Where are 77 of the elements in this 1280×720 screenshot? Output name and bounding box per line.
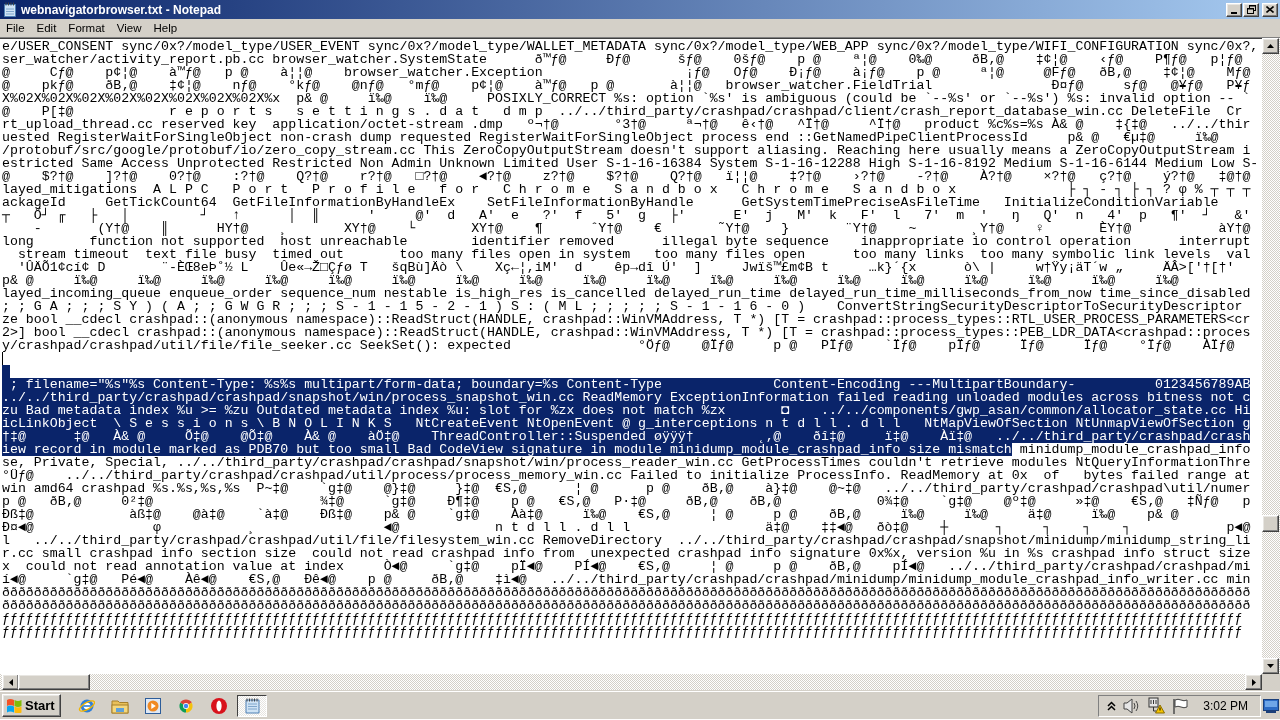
close-button[interactable] xyxy=(1262,2,1278,17)
circle-logo-icon xyxy=(176,696,195,715)
minimize-button[interactable] xyxy=(1226,2,1242,17)
scroll-down-button[interactable] xyxy=(1262,658,1279,674)
text-line: p @ ðB‚@ 0²‡@ ¾‡@ `g‡@ Ð¶‡@ p @ €S‚@ P·‡@ ðB‚@ ðB‚@ 0¾‡@ `g‡@ @º‡@ »‡@ €S‚@ ‡Ñƒ@ p xyxy=(2,495,1251,508)
start-button[interactable]: Start xyxy=(2,694,61,717)
text-line: win amd64 crashpad %s.%s,%s,%s P~‡@ `g‡@ @}‡@ }‡@ €S‚@ ¦ @ p @ ðB‚@ à}‡@ @~‡@ ../../third_party/crashpad/crashpad\util/numer xyxy=(2,482,1251,495)
text-line: ƒƒƒƒƒƒƒƒƒƒƒƒƒƒƒƒƒƒƒƒƒƒƒƒƒƒƒƒƒƒƒƒƒƒƒƒƒƒƒƒƒƒƒƒƒƒƒƒƒƒƒƒƒƒƒƒƒƒƒƒƒƒƒƒƒƒƒƒƒƒƒƒƒƒƒƒƒƒƒƒƒƒƒƒƒƒƒƒƒƒƒƒƒƒƒƒƒƒƒƒƒƒƒƒƒƒƒƒƒƒƒƒƒƒƒƒƒƒƒƒƒƒƒƒƒƒƒƒƒƒƒƒƒƒƒƒƒƒƒƒƒƒƒƒƒƒƒƒƒƒƒƒƒƒƒƒ xyxy=(2,612,1243,625)
network-warning-icon[interactable] xyxy=(1147,697,1166,714)
ring-icon xyxy=(209,696,228,715)
clock-time[interactable]: 3:02 PM xyxy=(1203,696,1248,715)
text-line: se, Private, Special, ../../third_party/crashpad/crashpad/snapshot/win/process_reader_win.cc GetProcessTimes couldn't retrieve modules NtQueryInformationThre xyxy=(2,456,1251,469)
text-line: @ P[‡@ r e p o r t s s e t t i n g s . d a t d m p ../../third_party/crashpad/crashpad/client/crash_report_database_win.cc DeleteFile Cr xyxy=(2,105,1243,118)
text-line: p& @ ï‰@ ï‰@ ï‰@ ï‰@ ï‰@ ï‰@ ï‰@ ï‰@ ï‰@ ï‰@ ï‰@ ï‰@ ï‰@ ï‰@ ï‰@ ï‰@ ï‰@ ï‰@ xyxy=(2,274,1179,287)
menu-item[interactable]: File xyxy=(0,20,31,36)
flag-icon[interactable] xyxy=(1172,697,1189,714)
text-line: ððððððððððððððððððððððððððððððððððððððððððððððððððððððððððððððððððððððððððððððððððððððððððððððððððððððððððððððððððððððððððððððððððððððððððððððððððððððððððððð xyxy=(2,586,1251,599)
close-icon xyxy=(1266,6,1274,13)
text-line: ┬ Ő┘ ╓ ├ │ ┘ ↑ │ ║ ' @' d A' e ?' f 5' g ├' E' j M' k F' l 7' m ' ŋ Q' n 4' p ¶' ┘ &' xyxy=(2,209,1251,222)
window-title: webnavigatorbrowser.txt - Notepad xyxy=(21,2,222,17)
text-line: x could not read annotation value at index Ò◄@ `g‡@ pÏ◄@ PÍ◄@ €S‚@ ¦ @ p @ ðB‚@ pÍ◄@ ../../third_party/crashpad/crashpad/mi xyxy=(2,560,1251,573)
play-icon xyxy=(143,696,162,715)
menu-item[interactable]: Help xyxy=(147,20,184,36)
scrollbar-thumb[interactable] xyxy=(1262,515,1279,532)
text-line: l ../../third_party/crashpad/crashpad/util/file/filesystem_win.cc RemoveDirectory ../../third_party/crashpad/crashpad/snapshot/minidump/minidump_string_li xyxy=(2,534,1251,547)
text-line: °Üƒ@ ../../third_party/crashpad/crashpad/util/process/process_memory_win.cc Failed to initialize ProcessInfo. ReadMemory at 0x of bytes failed range at xyxy=(2,469,1251,482)
taskbar-button[interactable] xyxy=(236,694,267,717)
vertical-scrollbar[interactable] xyxy=(1262,38,1280,674)
text-line: @ Cƒ@ p¢¦@ à™ƒ@ p @ à¦¦@ browser_watcher.Exception ¡ƒ@ Oƒ@ Ð¡ƒ@ à¡ƒ@ p @ ª¦@ @Fƒ@ ðB‚@ ‡¢¦@ Mƒ@ xyxy=(2,66,1251,79)
scroll-right-button[interactable] xyxy=(1245,674,1262,690)
text-line: ackageId GetTickCount64 GetFileInformationByHandleEx SetFileInformationByHandle GetSystemTimePreciseAsFileTime InitializeConditionVariable xyxy=(2,196,1219,209)
text-line: @ $?†@ ]?†@ 0?†@ :?†@ Q?†@ r?†@ □?†@ ◄?†@ z?†@ $?†@ Q?†@ ï¦¦@ ‡?†@ ›?†@ -?†@ À?†@ ×?†@ ç?†@ ý?†@ ‡@†@ xyxy=(2,170,1251,183)
text-line: y/crashpad/crashpad/util/file/file_seeker.cc SeekSet(): expected °Öƒ@ @Ïƒ@ p @ PÏƒ@ `Ïƒ@ pÏƒ@ Ïƒ@ Ïƒ@ °Ïƒ@ ÀÏƒ@ xyxy=(2,339,1235,352)
text-line: ze bool __cdecl crashpad::(anonymous namespace)::ReadStruct(HANDLE, crashpad::WinVMAddress, T *) [T = crashpad::process_types::RTL_USER_PROCESS_PARAMETERS<cr xyxy=(2,313,1251,326)
scrollbar-thumb[interactable] xyxy=(18,674,90,690)
text-line: stream timeout text file busy timed out too many files open in system too many files open too many links too many symbolic link levels val xyxy=(17,248,1251,261)
arrow-up-icon xyxy=(1267,44,1274,48)
text-line: @ pkƒ@ ðB‚@ ‡¢¦@ nƒ@ °kƒ@ @nƒ@ °mƒ@ p¢¦@ à™ƒ@ p @ à¦¦@ browser_watcher.FieldTrial Ð¤ƒ@ sƒ@ @¥ƒ@ P¥ƒ xyxy=(2,79,1251,92)
text-line: Ð¤◄@ φ ¸ ◄@ n t d l l . d l l ä‡@ ‡‡◄@ ðò‡@ ┼ ┐ ┐ ┐ ┐ p◄@ xyxy=(2,521,1251,534)
restore-icon xyxy=(1246,5,1256,14)
arrow-left-icon xyxy=(8,678,13,686)
text-line: layed_mitigations A L P C P o r t P r o f i l e f o r C h r o m e S a n d b o x C h r o m e S a n d b o x ├ ┐ - ┐ ├ ┐ ? φ % ┬ ┬ ┬ xyxy=(2,183,1251,196)
text-line: 2>] bool __cdecl crashpad::(anonymous namespace)::ReadStruct(HANDLE, crashpad::WinVMAddress, T *) [T = crashpad::process_types::PEB_LDR_DATA<crashpad::proces xyxy=(2,326,1251,339)
text-line: long function not supported host unreachable identifier removed illegal byte sequence inappropriate io control operation interrupt xyxy=(2,235,1251,248)
selected-text: iew record in module marked as PDB70 but too small Bad CodeView signature in module minidump_module_crashpad_info size mismatch xyxy=(2,443,1012,456)
text-line: /protobuf/src/google/protobuf/io/zero_copy_stream.cc This ZeroCopyOutputStream doesn't support aliasing. Reaching here usually means a ZeroCopyOutputStream i xyxy=(2,144,1251,157)
speaker-icon[interactable] xyxy=(1123,697,1141,714)
arrow-right-icon xyxy=(1251,678,1256,686)
text-line: uested RegisterWaitForSingleObject non-crash dump requested RegisterWaitForSingleObject process end ::GetNamedPipeClientProcessId p& @ €µ‡@ ï‰@ xyxy=(2,131,1219,144)
text-line: Ðß‡@ àß‡@ @à‡@ `à‡@ Ðß‡@ p& @ `g‡@ Àà‡@ ï‰@ €S‚@ ¦ @ p @ ðB‚@ ï‰@ ï‰@ ä‡@ ï‰@ p& @ xyxy=(2,508,1179,521)
text-line: estricted Same Access Unprotected Restricted Non Admin Unknown Limited User S-1-16-16384 System S-1-16-12288 High S-1-16-8192 Medium S-1-16-6144 Medium Low S- xyxy=(2,157,1259,170)
notepad-icon xyxy=(3,2,17,17)
restore-button[interactable] xyxy=(1243,2,1259,17)
menu-item[interactable]: Edit xyxy=(30,20,63,36)
text-line: ððððððððððððððððððððððððððððððððððððððððððððððððððððððððððððððððððððððððððððððððððððððððððððððððððððððððððððððððððððððððððððððððððððððððððððððððððððððððððððð xyxy=(2,599,1251,612)
horizontal-scrollbar[interactable] xyxy=(0,674,1262,690)
notepad-icon xyxy=(242,696,261,715)
text-line: - (Y†@ ║ HY†@ ¸ XY†@ └ XY†@ ¶ ˆY†@ € ˜Y†@ } ¨Y†@ ~ ¸Y†@ ♀ ÈY†@ àY†@ xyxy=(32,222,1251,235)
text-line: e/USER_CONSENT sync/0x?/model_type/USER_EVENT sync/0x?/model_type/WALLET_METADATA sync/0x?/model_type/WEB_APP sync/0x?/model_type/WIFI_CONFIGURATION sync/0x?, xyxy=(2,40,1259,53)
text-line: í◄@ `g‡@ Pé◄@ Àê◄@ €S‚@ Ðê◄@ p @ ðB‚@ ‡ì◄@ ../../third_party/crashpad/crashpad/minidump/minidump_module_crashpad_info_writer.cc min xyxy=(2,573,1251,586)
double-chevron-up-icon[interactable] xyxy=(1107,700,1117,711)
minimize-icon xyxy=(1231,11,1237,14)
arrow-down-icon xyxy=(1267,664,1274,668)
text-line: r.cc small crashpad info section size could not read crashpad info from unexpected crashpad info signature 0x%x, version %u in %s crashpad info struct size xyxy=(2,547,1251,560)
desktop-icon[interactable] xyxy=(1263,697,1279,714)
text-line: ; ; G A ; ; ; S Y ) ( A ; ; G W G R ; ; ; S - 1 - 1 5 - 2 - 1 ) S : ( M L ; ; ; ; ; S - 1 - 1 6 - 0 ) ConvertStringSecurityDescriptorToSecurityDescriptor xyxy=(2,300,1243,313)
menu-item[interactable]: Format xyxy=(62,20,111,36)
flag-logo-icon xyxy=(6,698,22,713)
scroll-up-button[interactable] xyxy=(1262,38,1279,54)
text-line: rt_upload_thread.cc reserved key application/octet-stream .dmp º¬†@ °3†@ ª¬†@ ê‹†@ ^Ï†@ ^Ï†@ product %c%s=%s À& @ ‡{‡@ ../../thir xyxy=(2,118,1251,131)
text-line: ƒƒƒƒƒƒƒƒƒƒƒƒƒƒƒƒƒƒƒƒƒƒƒƒƒƒƒƒƒƒƒƒƒƒƒƒƒƒƒƒƒƒƒƒƒƒƒƒƒƒƒƒƒƒƒƒƒƒƒƒƒƒƒƒƒƒƒƒƒƒƒƒƒƒƒƒƒƒƒƒƒƒƒƒƒƒƒƒƒƒƒƒƒƒƒƒƒƒƒƒƒƒƒƒƒƒƒƒƒƒƒƒƒƒƒƒƒƒƒƒƒƒƒƒƒƒƒƒƒƒƒƒƒƒƒƒƒƒƒƒƒƒƒƒƒƒƒƒƒƒƒƒƒƒƒƒ xyxy=(2,625,1243,638)
text-line: X%02X%02X%02X%02X%02X%02X%02X%02X%x p& @ ï‰@ ï‰@ POSIXLY_CORRECT %s: option `%s' is ambiguous (could be `--%s' or `--%s') %s: invalid option -- ` xyxy=(2,92,1251,105)
text-line: 'ÛÄÕ1¢cí¢ D ¨-ÈŒ8eÞ˚½ L Ûe«→Ž□Çƒø T šqBù]Äò \ Xç←¦,iM' d êp→dî Ú' ] Jwïš™£m¢B t …k}´{x ò\ | w†Ÿy¡äT´w „ ÄÂ>['†[†' xyxy=(16,261,1235,274)
text-line: ser_watcher/activity_report.pb.cc browser_watcher.SystemState ð™ƒ@ Ðƒ@ šƒ@ 0šƒ@ p @ ª¦@ 0‰@ ðB‚@ ‡¢¦@ ‹ƒ@ P¶ƒ@ p¦ƒ@ xyxy=(2,53,1243,66)
unselected-text: minidump_module_crashpad_info xyxy=(1019,443,1251,456)
text-line: layed_incoming_queue enqueue_order sequence_num nestable is_high_res is_cancelled delayed_run_time delayed_run_time_milliseconds_from_now time_since_disabled xyxy=(2,287,1251,300)
menu-item[interactable]: View xyxy=(110,20,148,36)
